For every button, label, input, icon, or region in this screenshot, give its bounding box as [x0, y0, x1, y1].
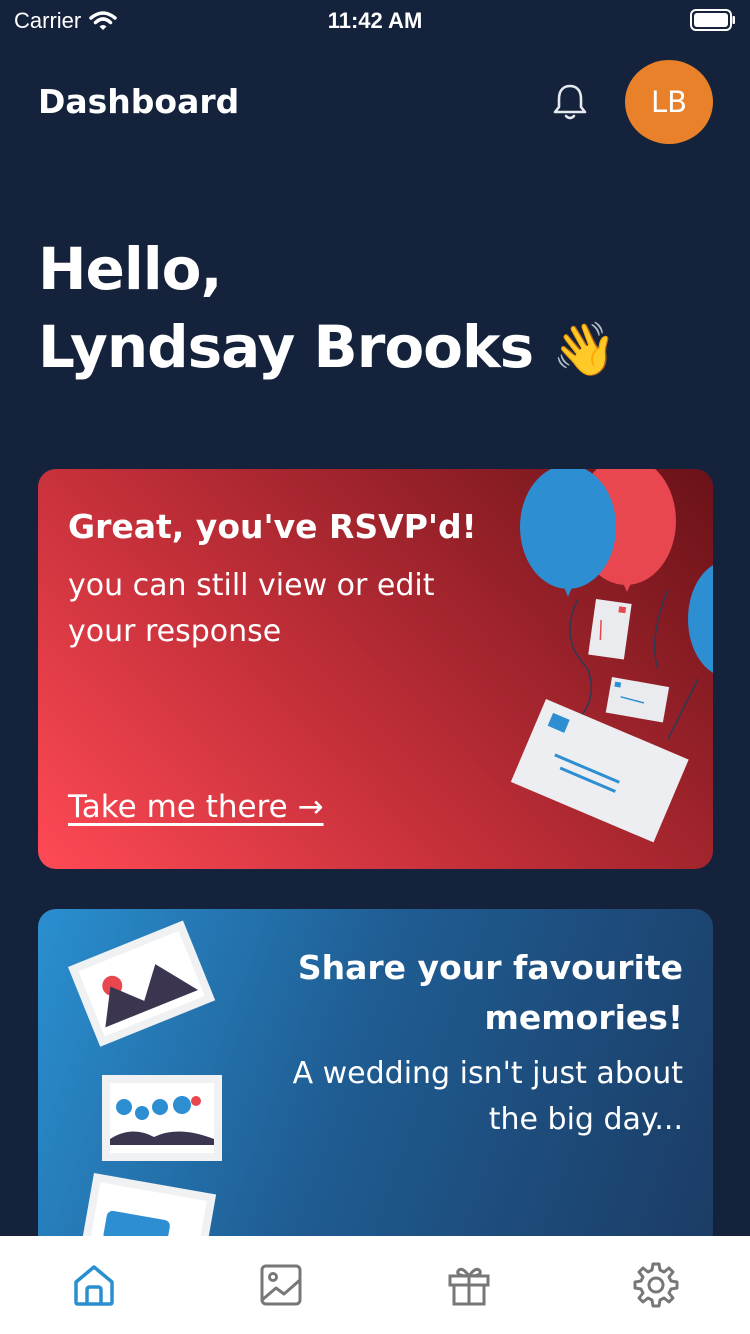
rsvp-card-title: Great, you've RSVP'd!	[68, 507, 477, 546]
memories-card-title: Share your favourite memories!	[297, 948, 683, 1037]
avatar[interactable]: LB	[625, 60, 713, 144]
status-bar: Carrier 11:42 AM	[0, 0, 750, 40]
bell-icon[interactable]	[548, 80, 592, 124]
balloons-envelopes-illustration	[510, 469, 713, 843]
tab-bar	[0, 1236, 750, 1334]
memories-card-subtitle: A wedding isn't just about the big day..…	[292, 1056, 683, 1137]
battery-icon	[690, 9, 736, 37]
header: Dashboard LB	[38, 60, 714, 146]
page-title: Dashboard	[38, 82, 240, 121]
image-icon	[260, 1264, 302, 1306]
home-icon	[74, 1265, 114, 1306]
tab-settings[interactable]	[616, 1245, 696, 1325]
avatar-initials: LB	[650, 85, 688, 119]
wave-emoji: 👋	[552, 320, 617, 380]
user-name: Lyndsay Brooks	[38, 313, 534, 381]
rsvp-card[interactable]: Great, you've RSVP'd! you can still view…	[38, 469, 713, 869]
status-time: 11:42 AM	[327, 8, 423, 33]
rsvp-card-subtitle: you can still view or edit your response	[68, 568, 435, 649]
greeting-line: Hello,	[38, 235, 223, 303]
take-me-there-link[interactable]: Take me there →	[68, 789, 324, 825]
greeting-name-row: Lyndsay Brooks 👋	[38, 308, 617, 389]
tab-home[interactable]	[54, 1245, 134, 1325]
gift-icon	[448, 1267, 490, 1306]
tab-gallery[interactable]	[241, 1245, 321, 1325]
tab-gifts[interactable]	[429, 1245, 509, 1325]
gear-icon	[633, 1262, 679, 1308]
greeting: Hello, Lyndsay Brooks 👋	[38, 230, 617, 389]
